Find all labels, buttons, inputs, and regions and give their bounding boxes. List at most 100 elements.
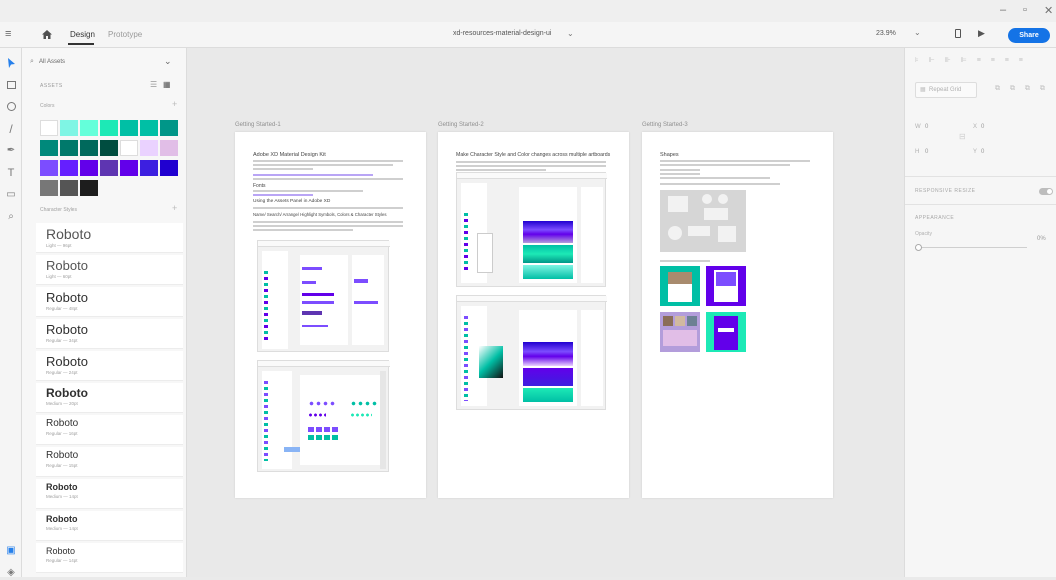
responsive-resize-toggle[interactable]: [1039, 188, 1053, 195]
select-tool-icon[interactable]: [4, 56, 18, 70]
text-line: [253, 207, 403, 209]
play-icon[interactable]: ▶: [978, 28, 985, 39]
text-line: [660, 183, 780, 185]
add-color-icon[interactable]: +: [172, 99, 177, 109]
character-style-item[interactable]: Roboto Light — 96pt: [36, 223, 183, 253]
lock-aspect-icon[interactable]: ⊟: [959, 132, 966, 141]
character-style-item[interactable]: Roboto Regular — 34pt: [36, 319, 183, 349]
grid-view-icon[interactable]: ▦: [163, 80, 171, 89]
color-swatch[interactable]: [80, 140, 98, 156]
character-style-item[interactable]: Roboto Medium — 20pt: [36, 383, 183, 413]
artboard-label[interactable]: Getting Started-3: [642, 122, 688, 128]
rectangle-tool-icon[interactable]: [4, 78, 18, 92]
close-button[interactable]: ✕: [1044, 4, 1053, 17]
color-swatch[interactable]: [100, 160, 118, 176]
filter-dropdown-icon[interactable]: ⌄: [164, 56, 172, 67]
opacity-slider-handle[interactable]: [915, 244, 922, 251]
color-swatch[interactable]: [140, 160, 158, 176]
color-swatch[interactable]: [120, 160, 138, 176]
color-swatch[interactable]: [100, 120, 118, 136]
share-button[interactable]: Share: [1008, 28, 1050, 43]
color-swatch[interactable]: [40, 180, 58, 196]
character-style-item[interactable]: Roboto Regular — 14pt: [36, 543, 183, 573]
color-swatch[interactable]: [80, 160, 98, 176]
color-swatch[interactable]: [140, 140, 158, 156]
artboard-getting-started-1[interactable]: Adobe XD Material Design Kit Fonts Using…: [235, 132, 426, 498]
link-line: [253, 174, 373, 176]
chevron-down-icon[interactable]: ⌄: [567, 29, 574, 38]
artboard-label[interactable]: Getting Started-2: [438, 122, 484, 128]
hamburger-menu-icon[interactable]: ≡: [5, 28, 11, 40]
opacity-value[interactable]: 0%: [1037, 236, 1046, 242]
artboard-getting-started-3[interactable]: Shapes: [642, 132, 833, 498]
color-swatch[interactable]: [40, 140, 58, 156]
artboard-getting-started-2[interactable]: Make Character Style and Color changes a…: [438, 132, 629, 498]
artboard-tool-icon[interactable]: ▭: [4, 188, 18, 202]
color-swatch[interactable]: [140, 120, 158, 136]
character-style-name: Roboto: [46, 258, 88, 273]
zoom-tool-icon[interactable]: ⌕: [4, 210, 18, 224]
character-style-name: Roboto: [46, 354, 88, 369]
character-style-item[interactable]: Roboto Regular — 48pt: [36, 287, 183, 317]
character-style-item[interactable]: Roboto Medium — 14pt: [36, 511, 183, 541]
character-style-item[interactable]: Roboto Medium — 14pt: [36, 479, 183, 509]
embedded-screenshot: [257, 360, 390, 472]
zoom-level[interactable]: 23.9%: [876, 30, 896, 37]
height-label: H: [915, 149, 920, 155]
text-line: [660, 160, 810, 162]
character-style-item[interactable]: Roboto Regular — 24pt: [36, 351, 183, 381]
height-field[interactable]: 0: [925, 149, 928, 155]
line-tool-icon[interactable]: /: [4, 122, 18, 136]
design-canvas[interactable]: Getting Started-1 Adobe XD Material Desi…: [187, 48, 904, 577]
character-style-item[interactable]: Roboto Regular — 16pt: [36, 415, 183, 445]
y-label: Y: [973, 149, 978, 155]
home-icon[interactable]: [42, 30, 52, 39]
assets-panel-icon[interactable]: ▣: [4, 544, 18, 558]
pen-tool-icon[interactable]: ✒: [4, 144, 18, 158]
artboard-label[interactable]: Getting Started-1: [235, 122, 281, 128]
color-swatch[interactable]: [80, 120, 98, 136]
tab-prototype[interactable]: Prototype: [108, 30, 142, 39]
divider: [905, 204, 1056, 205]
repeat-grid-button[interactable]: ▦ Repeat Grid: [915, 82, 977, 98]
color-swatch[interactable]: [60, 160, 78, 176]
color-swatch[interactable]: [60, 120, 78, 136]
zoom-dropdown-icon[interactable]: ⌄: [914, 28, 921, 37]
color-swatch[interactable]: [60, 140, 78, 156]
text-line: [456, 161, 606, 163]
width-field[interactable]: 0: [925, 124, 928, 130]
tab-design[interactable]: Design: [70, 30, 95, 39]
color-swatch[interactable]: [160, 140, 178, 156]
layers-panel-icon[interactable]: ◈: [4, 566, 18, 580]
color-swatch[interactable]: [120, 120, 138, 136]
add-character-style-icon[interactable]: +: [172, 203, 177, 213]
boolean-ops-row[interactable]: ⧉ ⧉ ⧉ ⧉: [995, 85, 1049, 93]
color-swatch[interactable]: [160, 160, 178, 176]
maximize-button[interactable]: ▫: [1023, 4, 1027, 16]
character-style-name: Roboto: [46, 386, 88, 400]
color-swatch[interactable]: [120, 140, 138, 156]
assets-search-input[interactable]: All Assets: [39, 59, 65, 65]
color-swatch[interactable]: [60, 180, 78, 196]
device-preview-icon[interactable]: [955, 29, 961, 38]
color-swatch[interactable]: [100, 140, 118, 156]
document-title[interactable]: xd-resources-material-design-ui: [453, 30, 551, 37]
color-swatch[interactable]: [80, 180, 98, 196]
minimize-button[interactable]: –: [1000, 4, 1006, 16]
repeat-grid-icon: ▦: [920, 87, 926, 93]
character-style-item[interactable]: Roboto Regular — 15pt: [36, 447, 183, 477]
color-swatch[interactable]: [40, 160, 58, 176]
text-tool-icon[interactable]: T: [4, 166, 18, 180]
align-tools-row[interactable]: ⊧ ⊩ ⊪ ⊫ ≡ ≡ ≡ ≡: [915, 56, 1027, 64]
list-view-icon[interactable]: ☰: [150, 80, 157, 89]
ellipse-tool-icon[interactable]: [4, 100, 18, 114]
character-style-meta: Regular — 14pt: [46, 558, 78, 563]
color-swatch[interactable]: [160, 120, 178, 136]
opacity-slider[interactable]: [917, 247, 1027, 248]
text-line: [660, 260, 710, 262]
tool-bar: / ✒ T ▭ ⌕ ▣ ◈: [0, 48, 22, 580]
y-field[interactable]: 0: [981, 149, 984, 155]
color-swatch[interactable]: [40, 120, 58, 136]
character-style-item[interactable]: Roboto Light — 60pt: [36, 255, 183, 285]
x-field[interactable]: 0: [981, 124, 984, 130]
